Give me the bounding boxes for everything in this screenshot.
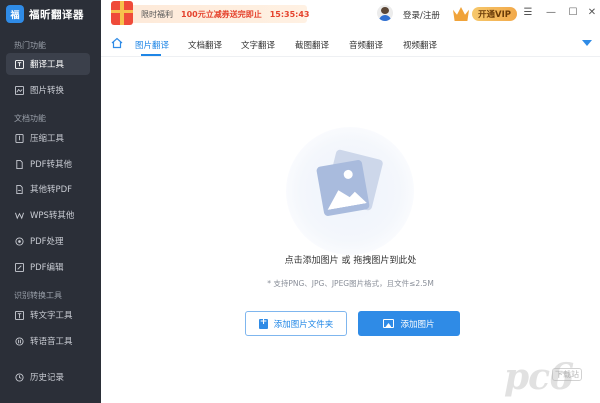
home-icon[interactable] — [111, 37, 123, 49]
sidebar: 福 福昕翻译器 热门功能 翻译工具 图片转换 文档功能 压缩工具 PDF转其他 … — [0, 0, 101, 403]
brand: 福 福昕翻译器 — [6, 4, 84, 24]
sidebar-item-translate[interactable]: 翻译工具 — [6, 53, 90, 75]
drop-zone[interactable]: 点击添加图片 或 拖拽图片到此处 * 支持PNG、JPG、JPEG图片格式，且文… — [101, 57, 600, 403]
pdf-edit-icon — [15, 262, 24, 272]
sidebar-item-label: 转文字工具 — [30, 311, 73, 321]
format-hint: * 支持PNG、JPG、JPEG图片格式，且文件≤2.5M — [267, 279, 434, 288]
translate-icon — [15, 59, 24, 69]
sidebar-item-to-text[interactable]: 转文字工具 — [6, 304, 90, 326]
history-icon — [15, 372, 24, 382]
sidebar-item-wps-to-other[interactable]: WPS转其他 — [6, 204, 90, 226]
sidebar-item-label: 图片转换 — [30, 86, 65, 96]
to-pdf-icon — [16, 184, 23, 194]
promo-label: 限时福利 — [141, 9, 173, 19]
avatar[interactable] — [377, 5, 393, 21]
sidebar-item-history[interactable]: 历史记录 — [6, 366, 90, 388]
add-image-label: 添加图片 — [400, 319, 435, 330]
add-folder-button[interactable]: 添加图片文件夹 — [245, 311, 347, 336]
image-convert-icon — [15, 85, 24, 95]
crown-icon — [453, 7, 469, 21]
sidebar-item-to-speech[interactable]: 转语音工具 — [6, 330, 90, 352]
add-folder-label: 添加图片文件夹 — [273, 319, 334, 330]
watermark-badge: 下载站 — [552, 368, 582, 381]
gift-icon — [111, 0, 133, 25]
text-icon — [15, 310, 24, 320]
sidebar-item-label: WPS转其他 — [30, 211, 75, 221]
promo-banner[interactable]: 限时福利 100元立减券送完即止 15:35:43 — [111, 0, 310, 25]
wps-icon — [15, 212, 24, 219]
sidebar-item-label: 转语音工具 — [30, 337, 73, 347]
app-title: 福昕翻译器 — [29, 8, 84, 21]
promo-offer: 100元立减券送完即止 — [181, 9, 262, 19]
sidebar-item-label: PDF处理 — [30, 237, 64, 247]
add-file-icon — [258, 317, 268, 329]
app-logo-icon: 福 — [6, 5, 24, 23]
tab-text-translate[interactable]: 文字翻译 — [241, 39, 275, 51]
tab-image-translate[interactable]: 图片翻译 — [135, 39, 169, 51]
promo-countdown: 15:35:43 — [269, 9, 310, 19]
expand-tabs-icon[interactable] — [582, 40, 592, 46]
image-placeholder-icon — [316, 159, 370, 217]
drop-hint: 点击添加图片 或 拖拽图片到此处 — [284, 256, 417, 266]
vip-label: 开通VIP — [472, 7, 517, 21]
speech-icon — [15, 336, 24, 346]
pdf-convert-icon — [16, 159, 23, 169]
add-image-button[interactable]: 添加图片 — [358, 311, 460, 336]
sidebar-item-other-to-pdf[interactable]: 其他转PDF — [6, 178, 90, 200]
sidebar-item-label: PDF编辑 — [30, 263, 64, 273]
image-icon — [383, 319, 395, 328]
sidebar-item-label: 历史记录 — [30, 373, 65, 383]
pdf-process-icon — [15, 236, 24, 246]
tab-doc-translate[interactable]: 文档翻译 — [188, 39, 222, 51]
maximize-icon[interactable]: ☐ — [566, 5, 580, 19]
sidebar-item-label: 压缩工具 — [30, 134, 65, 144]
top-bar: 限时福利 100元立减券送完即止 15:35:43 登录/注册 开通VIP ☰ … — [101, 0, 600, 28]
sidebar-item-image-convert[interactable]: 图片转换 — [6, 79, 90, 101]
sidebar-item-pdf-edit[interactable]: PDF编辑 — [6, 256, 90, 278]
vip-button[interactable]: 开通VIP — [453, 6, 517, 22]
sidebar-item-compress[interactable]: 压缩工具 — [6, 127, 90, 149]
minimize-icon[interactable]: — — [544, 5, 558, 19]
compress-icon — [15, 133, 24, 143]
sidebar-item-pdf-to-other[interactable]: PDF转其他 — [6, 153, 90, 175]
section-hot: 热门功能 — [14, 41, 46, 50]
menu-icon[interactable]: ☰ — [521, 5, 535, 19]
sidebar-item-label: 其他转PDF — [30, 185, 73, 195]
section-recognize: 识别转换工具 — [14, 291, 62, 300]
tab-screenshot-translate[interactable]: 截图翻译 — [295, 39, 329, 51]
section-doc: 文档功能 — [14, 114, 46, 123]
login-link[interactable]: 登录/注册 — [403, 9, 440, 21]
tab-audio-translate[interactable]: 音频翻译 — [349, 39, 383, 51]
sidebar-item-label: 翻译工具 — [30, 60, 65, 70]
sidebar-item-pdf-process[interactable]: PDF处理 — [6, 230, 90, 252]
close-icon[interactable]: ✕ — [585, 5, 599, 19]
app-window: 福 福昕翻译器 热门功能 翻译工具 图片转换 文档功能 压缩工具 PDF转其他 … — [0, 0, 600, 403]
sidebar-item-label: PDF转其他 — [30, 160, 73, 170]
tab-bar: 图片翻译 文档翻译 文字翻译 截图翻译 音频翻译 视频翻译 — [101, 32, 600, 56]
tab-video-translate[interactable]: 视频翻译 — [403, 39, 437, 51]
